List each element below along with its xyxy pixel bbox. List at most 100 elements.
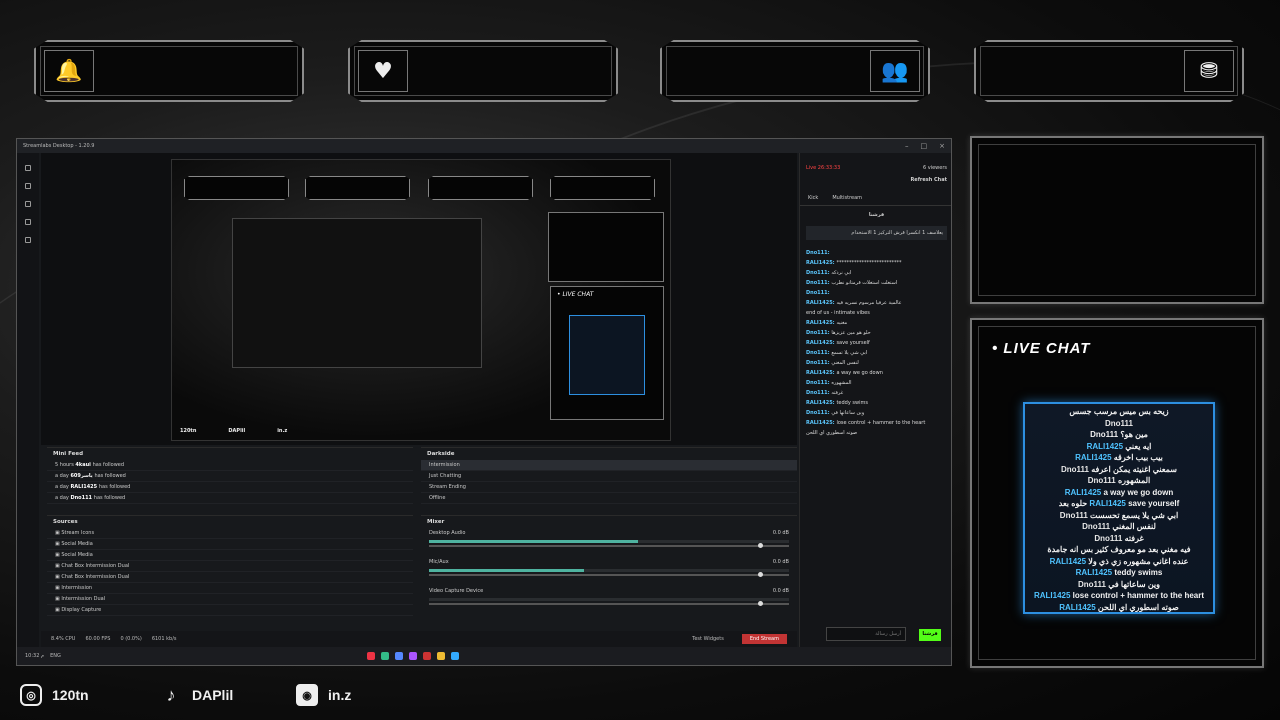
mixer-header: Desktop Audio 0.0 dB [421, 530, 797, 536]
source-item[interactable]: ▣ Social Media [47, 539, 413, 550]
app-icon[interactable] [408, 652, 417, 660]
live-chat-message: Dno111 غرفته [1029, 533, 1209, 545]
pinned-message: يعلاسف 1 انكسرا قرش التركيز 1 الاستخدام [806, 226, 947, 240]
chat-username: Dno111: [806, 250, 830, 256]
sources-title: Sources [53, 519, 78, 525]
dock-chat-line: RALI1425: teddy swims [800, 398, 951, 408]
refresh-chat-button[interactable]: Refresh Chat [800, 175, 951, 185]
chat-username: Dno111: [806, 380, 832, 386]
nested-window [232, 218, 482, 368]
live-chat-box: زيحه بس ميس مرسب جسس Dno111 Dno111 مين هو… [1023, 402, 1215, 614]
source-item[interactable]: ▣ Chat Box Intermission Dual [47, 572, 413, 583]
stream-preview: • LIVE CHAT 120tn DAPlil in.z [41, 153, 797, 445]
source-label: Intermission Dual [61, 596, 106, 602]
chat-tag: Dno111 [1090, 430, 1121, 439]
settings-icon[interactable] [25, 237, 31, 243]
mixer-db: 0.0 dB [772, 559, 789, 565]
chat-input[interactable]: أرسل رسالة [826, 627, 906, 641]
sources-panel: Sources ▣ Stream Icons ▣ Social Media ▣ So… [47, 515, 413, 625]
scene-item[interactable]: Stream Ending [421, 482, 797, 493]
source-item[interactable]: ▣ Intermission Dual [47, 594, 413, 605]
folder-icon[interactable] [436, 652, 445, 660]
taskbar-lang[interactable]: ENG [50, 653, 61, 659]
themes-icon[interactable] [25, 183, 31, 189]
volume-slider[interactable] [429, 572, 789, 577]
discord-handle: in.z [328, 687, 352, 703]
window-titlebar: Streamlabs Desktop - 1.20.9 – □ × [17, 139, 951, 153]
live-chat-message: فيه مغني بعد مو معروف كثير بس انه جامدة [1029, 544, 1209, 556]
chat-username: RALI1425 [1064, 487, 1104, 497]
scene-collection-name[interactable]: Darkside [421, 448, 797, 460]
camera-frame [970, 136, 1264, 304]
end-stream-button[interactable]: End Stream [741, 634, 787, 644]
mixer-channel: Desktop Audio 0.0 dB [421, 528, 797, 557]
chat-text: غرفته [1124, 533, 1144, 543]
mixer-channel-name: Mic/Aux [429, 559, 449, 565]
live-chat-message: Dno111 لنفس المغني [1029, 521, 1209, 533]
chat-username: Dno111 [1060, 464, 1092, 474]
dock-chat-line: Dno111: [800, 288, 951, 298]
feed-time: a day [55, 495, 71, 501]
test-widgets-button[interactable]: Test Widgets [692, 636, 724, 642]
close-icon[interactable]: × [939, 142, 945, 150]
source-label: Chat Box Intermission Dual [61, 574, 130, 580]
chat-text: ايه يعني [1125, 441, 1152, 451]
chat-text: سمعني اغنيته يمكن اعرفه [1091, 464, 1177, 474]
chat-username: Dno111 [1104, 418, 1133, 428]
volume-slider[interactable] [429, 601, 789, 606]
feed-user: ياسر609 [70, 473, 95, 479]
app-icon[interactable] [394, 652, 403, 660]
chat-username: Dno111 [1094, 533, 1125, 543]
mini-alert-frame [550, 176, 655, 200]
app-icon[interactable] [422, 652, 431, 660]
chat-username: RALI1425 [1075, 453, 1114, 462]
mixer-channel-name: Desktop Audio [429, 530, 466, 536]
chat-send-button[interactable]: قرشنا [919, 629, 941, 641]
viewer-count: 6 viewers [922, 165, 947, 171]
dock-chat-line: Dno111: حلو هو مين عزيزها [800, 328, 951, 338]
social-instagram: ◎ 120tn [20, 684, 89, 706]
chat-username: Dno111: [806, 280, 832, 286]
social-discord: ◉ in.z [296, 684, 351, 706]
store-icon[interactable] [25, 201, 31, 207]
volume-meter [429, 569, 789, 572]
mixer-db: 0.0 dB [772, 530, 789, 536]
scene-item[interactable]: Intermission [421, 460, 797, 471]
live-chat-message: RALI1425 a way we go down [1029, 487, 1209, 499]
chat-text: استغلت استغلات قرمتانو نطرب [831, 280, 898, 286]
dock-chat-line: end of us - intimate vibes [800, 308, 951, 318]
minimize-icon[interactable]: – [905, 142, 909, 150]
source-item[interactable]: ▣ Intermission [47, 583, 413, 594]
chat-text: صوته اسطوري اي اللحن [806, 430, 858, 436]
app-icon[interactable] [366, 652, 375, 660]
live-chat-message: RALI1425 lose control + hammer to the he… [1029, 590, 1209, 602]
chat-username: RALI1425: [806, 400, 837, 406]
maximize-icon[interactable]: □ [921, 142, 928, 150]
scene-item[interactable]: Just Chatting [421, 471, 797, 482]
source-item[interactable]: ▣ Display Capture [47, 605, 413, 616]
chat-username: Dno111: [806, 350, 832, 356]
tab-kick[interactable]: Kick [808, 195, 818, 201]
chat-text: لنفس المغني [1112, 522, 1156, 531]
volume-slider[interactable] [429, 543, 789, 548]
chat-text: end of us - intimate vibes [806, 310, 870, 316]
mini-socials: 120tn DAPlil in.z [180, 428, 288, 434]
scene-item[interactable]: Offline [421, 493, 797, 504]
source-item[interactable]: ▣ Stream Icons [47, 528, 413, 539]
users-check-icon: 👥 [870, 50, 920, 92]
chat-text: لنفس المغني [831, 360, 859, 366]
chat-text: ابي شي يلا تسمع [831, 350, 868, 356]
tab-multistream[interactable]: Multistream [832, 195, 862, 201]
app-icon[interactable] [380, 652, 389, 660]
windows-icon[interactable] [450, 652, 459, 660]
source-item[interactable]: ▣ Chat Box Intermission Dual [47, 561, 413, 572]
chat-text: a way we go down [1103, 487, 1174, 497]
windows-taskbar: 10:32 م ENG [17, 647, 951, 665]
source-item[interactable]: ▣ Social Media [47, 550, 413, 561]
chat-text: lose control + hammer to the heart [1072, 591, 1205, 600]
instagram-icon: ◎ [20, 684, 42, 706]
editor-icon[interactable] [25, 165, 31, 171]
live-chat-message: زيحه بس ميس مرسب جسس [1029, 406, 1209, 418]
apps-icon[interactable] [25, 219, 31, 225]
side-nav [17, 153, 39, 647]
